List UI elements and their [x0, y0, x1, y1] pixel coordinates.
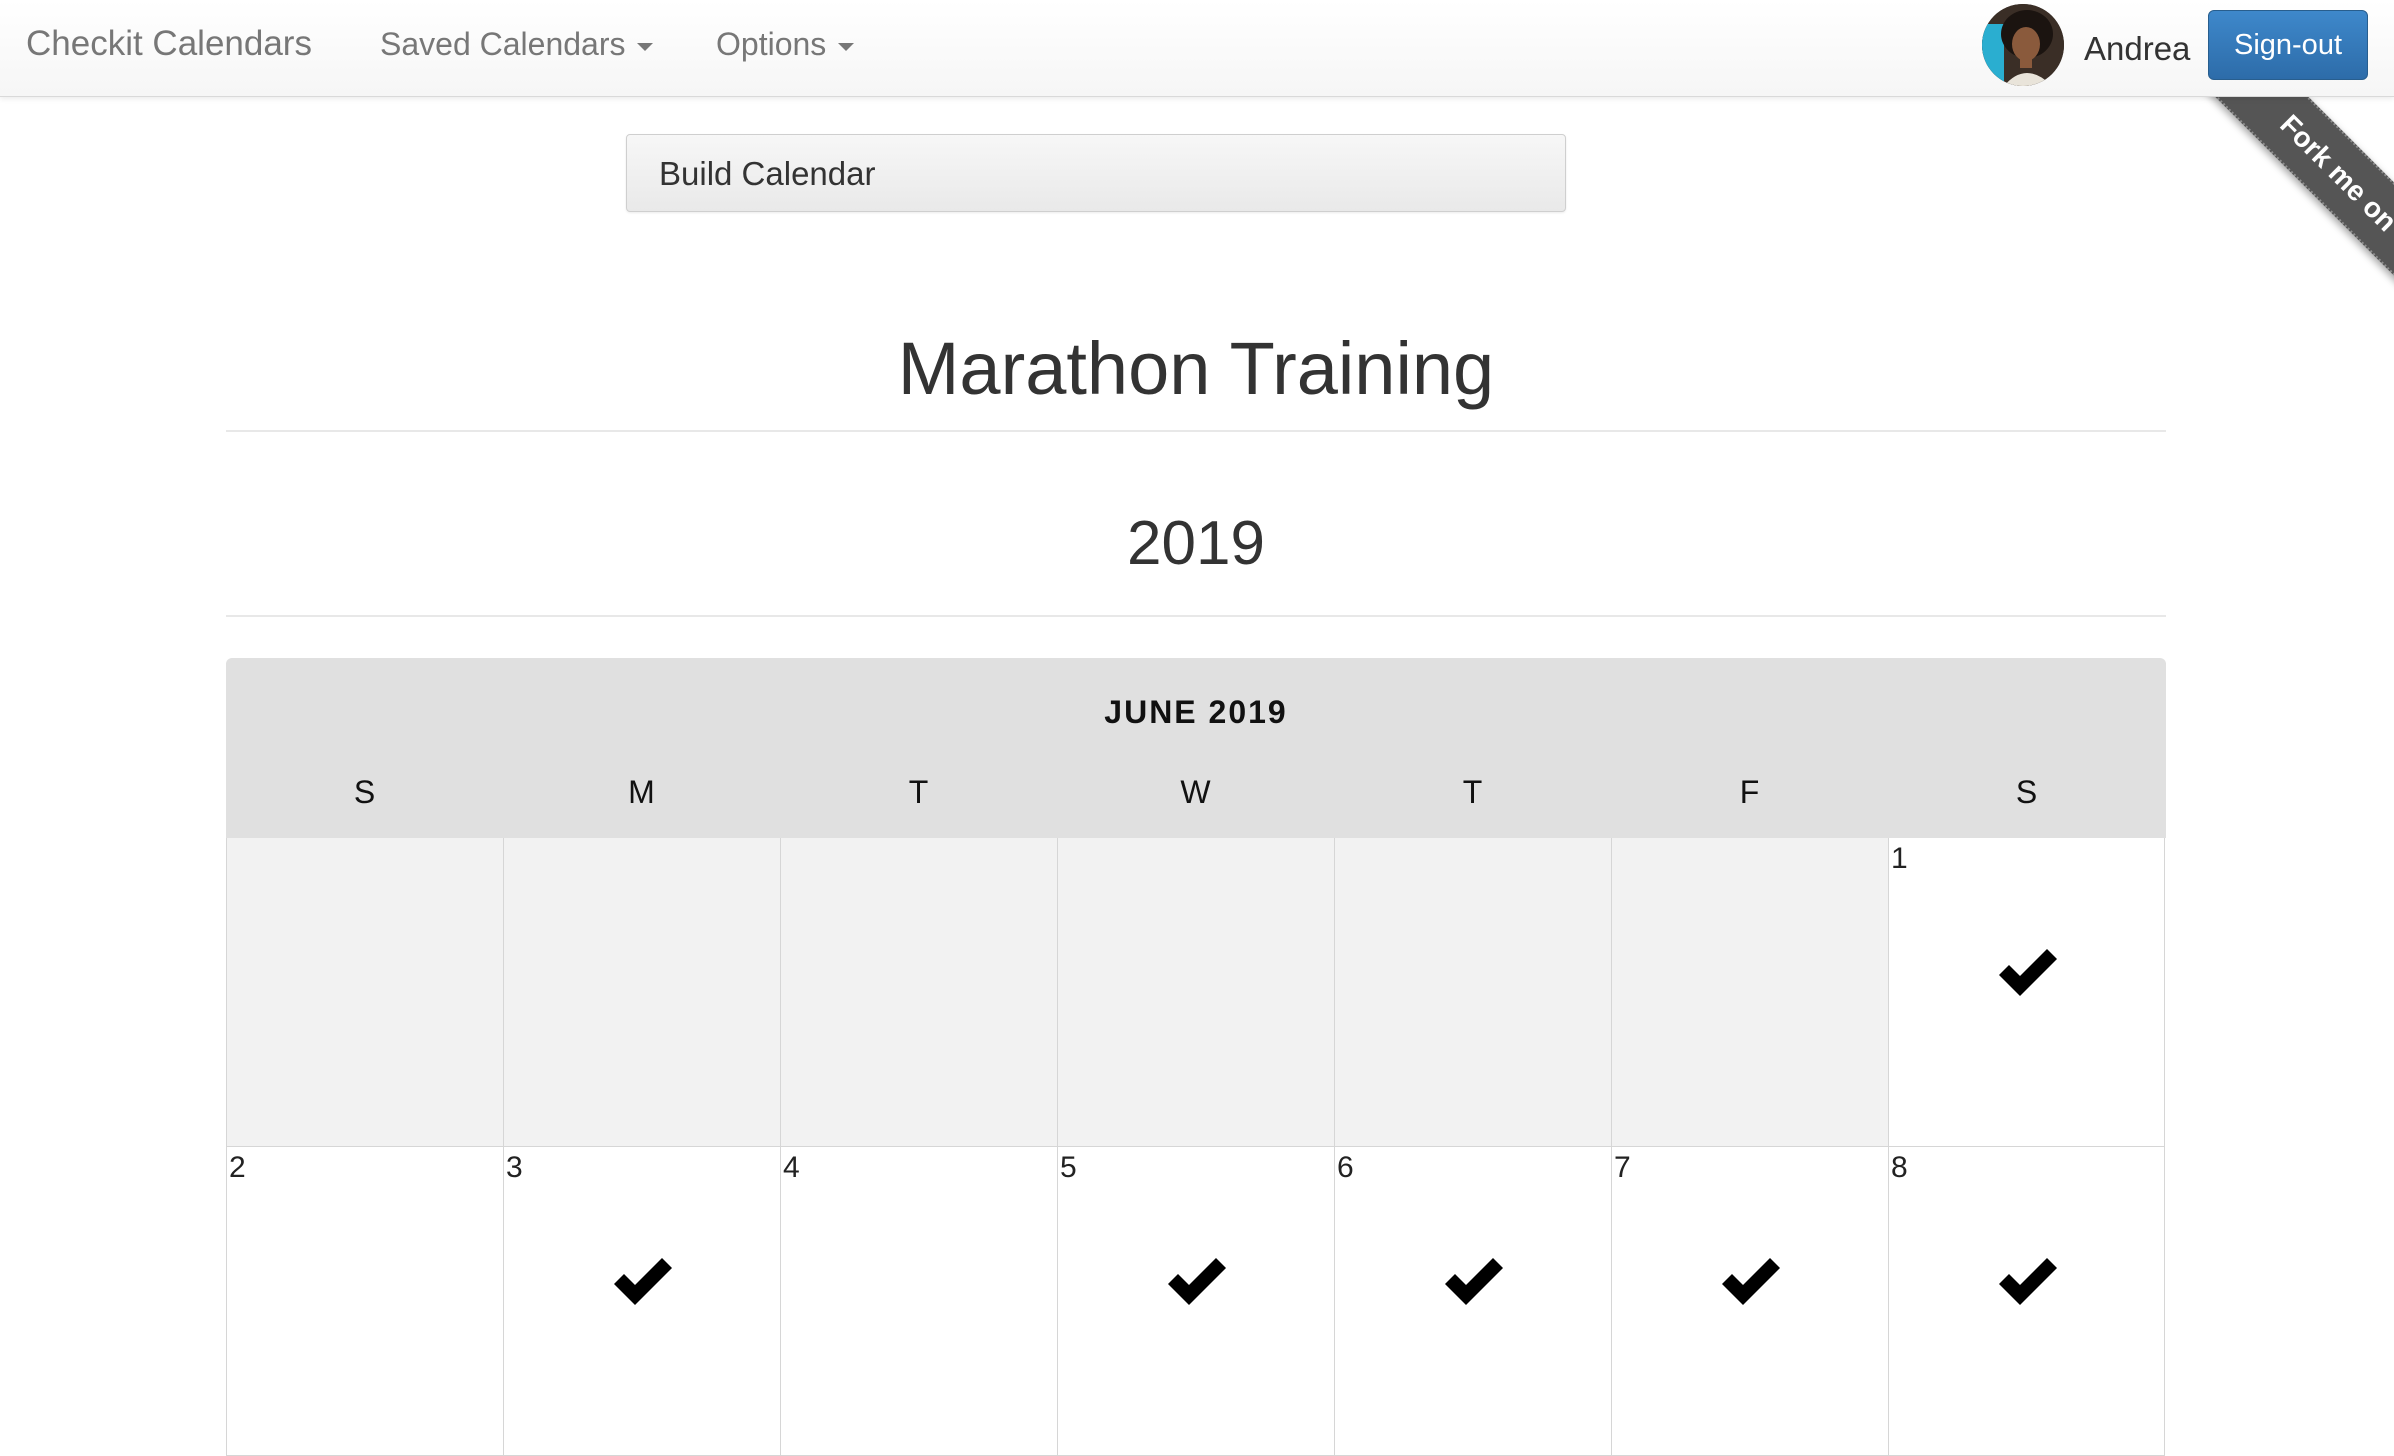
- checkmark-icon[interactable]: [1164, 1257, 1230, 1309]
- weekday-label: W: [1180, 774, 1211, 810]
- calendar-day-cell[interactable]: 3: [503, 1147, 780, 1456]
- avatar: [1982, 4, 2064, 86]
- calendar-empty-cell: [780, 838, 1057, 1147]
- calendar-day-cell[interactable]: 8: [1888, 1147, 2165, 1456]
- calendar-header: JUNE 2019 S M T W T F S: [226, 658, 2166, 838]
- caret-down-icon: [838, 42, 855, 51]
- options-dropdown[interactable]: Options: [716, 26, 855, 63]
- github-ribbon-container: Fork me on GitHub: [2094, 96, 2394, 396]
- options-label: Options: [716, 26, 827, 62]
- user-name: Andrea: [2084, 30, 2191, 67]
- checkmark-icon[interactable]: [1441, 1257, 1507, 1309]
- day-number: 7: [1614, 1151, 1631, 1184]
- day-number: 8: [1891, 1151, 1908, 1184]
- day-number: 5: [1060, 1151, 1077, 1184]
- calendar-empty-cell: [1057, 838, 1334, 1147]
- calendar-empty-cell: [1611, 838, 1888, 1147]
- weekday-label: S: [2015, 774, 2038, 810]
- weekday-label: T: [908, 774, 929, 810]
- weekday-label: F: [1739, 774, 1760, 810]
- calendar-day-cell[interactable]: 2: [226, 1147, 503, 1456]
- day-number: 2: [229, 1151, 246, 1184]
- build-calendar-label: Build Calendar: [659, 155, 876, 192]
- calendar-day-cell[interactable]: 6: [1334, 1147, 1611, 1456]
- top-navbar: Checkit Calendars Saved Calendars Option…: [0, 0, 2394, 97]
- divider: [226, 615, 2166, 617]
- year-heading: 2019: [1127, 509, 1265, 578]
- checkmark-icon[interactable]: [1995, 948, 2061, 1000]
- weekday-label: T: [1462, 774, 1483, 810]
- saved-calendars-label: Saved Calendars: [380, 26, 626, 62]
- checkmark-icon[interactable]: [1718, 1257, 1784, 1309]
- calendar-empty-cell: [503, 838, 780, 1147]
- avatar-image: [1982, 4, 2064, 86]
- day-number: 4: [783, 1151, 800, 1184]
- weekday-label: M: [628, 774, 655, 810]
- calendar-empty-cell: [1334, 838, 1611, 1147]
- saved-calendars-dropdown[interactable]: Saved Calendars: [380, 26, 654, 63]
- calendar-day-cell[interactable]: 5: [1057, 1147, 1334, 1456]
- brand-link[interactable]: Checkit Calendars: [26, 24, 312, 64]
- checkmark-icon[interactable]: [1995, 1257, 2061, 1309]
- calendar-empty-cell: [226, 838, 503, 1147]
- weekday-label: S: [353, 774, 376, 810]
- month-calendar: JUNE 2019 S M T W T F S 1 2 3 4 5 6 7 8: [226, 658, 2166, 1456]
- calendar-day-cell[interactable]: 1: [1888, 838, 2165, 1147]
- month-label: JUNE 2019: [1104, 694, 1288, 730]
- calendar-day-cell[interactable]: 7: [1611, 1147, 1888, 1456]
- fork-github-ribbon[interactable]: Fork me on GitHub: [2195, 96, 2394, 388]
- day-number: 3: [506, 1151, 523, 1184]
- divider: [226, 430, 2166, 432]
- day-number: 1: [1891, 842, 1908, 875]
- day-number: 6: [1337, 1151, 1354, 1184]
- checkmark-icon[interactable]: [610, 1257, 676, 1309]
- signout-button[interactable]: Sign-out: [2208, 10, 2368, 80]
- calendar-title: Marathon Training: [897, 327, 1495, 410]
- build-calendar-button[interactable]: Build Calendar: [626, 134, 1566, 212]
- caret-down-icon: [637, 42, 654, 51]
- calendar-day-cell[interactable]: 4: [780, 1147, 1057, 1456]
